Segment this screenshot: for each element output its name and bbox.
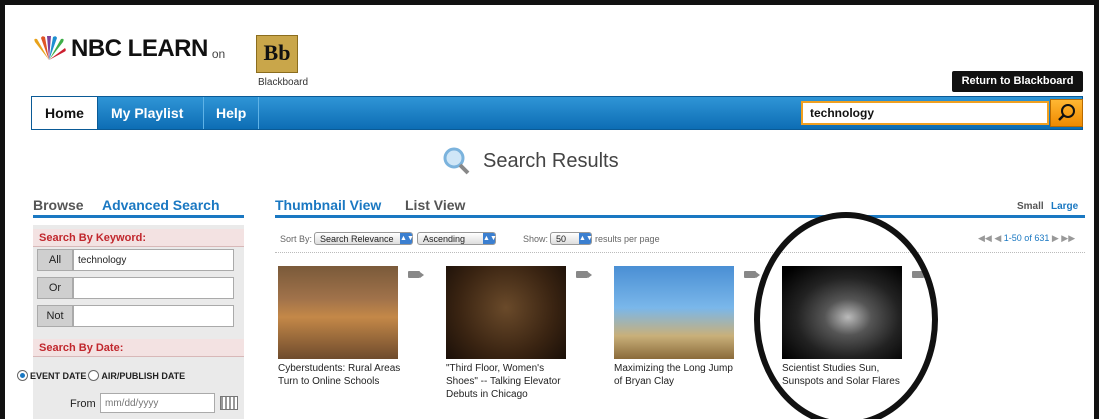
select-arrows-icon: ▲▼: [400, 233, 414, 244]
order-value: Ascending: [423, 233, 466, 244]
first-page-icon[interactable]: ◀◀: [978, 233, 992, 243]
tab-thumbnail-view[interactable]: Thumbnail View: [275, 197, 381, 213]
results-heading: Search Results: [441, 146, 619, 176]
search-button[interactable]: [1050, 99, 1083, 127]
nav-help[interactable]: Help: [216, 97, 246, 129]
divider: [275, 252, 1085, 253]
search-box: [801, 101, 1049, 125]
keyword-input-not[interactable]: [73, 305, 234, 327]
results-per-page-value: 50: [556, 233, 567, 244]
sort-by-value: Search Relevance: [320, 233, 394, 244]
search-input[interactable]: [803, 103, 1047, 123]
video-thumbnail[interactable]: [278, 266, 398, 359]
tab-advanced-search[interactable]: Advanced Search: [102, 197, 220, 213]
from-date-input[interactable]: [100, 393, 215, 413]
nbc-learn-logo: NBC LEARN on: [31, 32, 225, 76]
video-thumbnail[interactable]: [614, 266, 734, 359]
order-select[interactable]: Ascending ▲▼: [417, 232, 497, 245]
calendar-icon[interactable]: [220, 396, 238, 410]
keyword-label-not[interactable]: Not: [37, 305, 73, 327]
keyword-label-all[interactable]: All: [37, 249, 73, 271]
tab-list-view[interactable]: List View: [405, 197, 465, 213]
select-arrows-icon: ▲▼: [483, 233, 497, 244]
logo-text: NBC LEARN: [71, 35, 208, 62]
air-publish-date-label: AIR/PUBLISH DATE: [101, 370, 186, 381]
advanced-search-panel: Search By Keyword: All Or Not Search By …: [33, 225, 244, 419]
nav-home[interactable]: Home: [32, 97, 98, 129]
keyword-row-or: Or: [37, 277, 235, 299]
result-caption[interactable]: Maximizing the Long Jump of Bryan Clay: [614, 362, 739, 388]
date-type-options: EVENT DATE AIR/PUBLISH DATE: [17, 370, 185, 381]
prev-page-icon[interactable]: ◀: [994, 233, 1001, 243]
event-date-radio[interactable]: [17, 370, 28, 381]
video-camera-icon: [744, 271, 760, 278]
date-section-heading: Search By Date:: [33, 339, 244, 357]
per-page-label: results per page: [595, 233, 660, 244]
magnifier-icon: [1058, 104, 1075, 121]
blackboard-label: Blackboard: [258, 77, 309, 88]
last-page-icon[interactable]: ▶▶: [1061, 233, 1075, 243]
from-label: From: [70, 398, 96, 410]
size-small-link[interactable]: Small: [1017, 201, 1044, 212]
return-to-blackboard-button[interactable]: Return to Blackboard: [952, 71, 1083, 92]
select-arrows-icon: ▲▼: [579, 233, 593, 244]
air-publish-date-radio[interactable]: [88, 370, 100, 381]
video-camera-icon: [576, 271, 592, 278]
result-item[interactable]: Cyberstudents: Rural Areas Turn to Onlin…: [278, 266, 428, 388]
keyword-label-or[interactable]: Or: [37, 277, 73, 299]
highlight-circle: [754, 212, 938, 419]
keyword-row-not: Not: [37, 305, 235, 327]
pager-range: 1-50 of 631: [1003, 233, 1050, 243]
logo-on-text: on: [211, 47, 226, 61]
nav-divider: [258, 97, 259, 129]
keyword-row-all: All: [37, 249, 235, 271]
page-title: Search Results: [483, 149, 619, 172]
tab-browse[interactable]: Browse: [33, 197, 84, 213]
nav-my-playlist[interactable]: My Playlist: [111, 97, 183, 129]
peacock-icon: [34, 36, 66, 60]
result-caption[interactable]: Cyberstudents: Rural Areas Turn to Onlin…: [278, 362, 403, 388]
keyword-section-heading: Search By Keyword:: [33, 229, 244, 247]
event-date-label: EVENT DATE: [30, 370, 87, 381]
result-caption[interactable]: "Third Floor, Women's Shoes" -- Talking …: [446, 362, 571, 401]
sort-by-select[interactable]: Search Relevance ▲▼: [314, 232, 414, 245]
size-large-link[interactable]: Large: [1051, 201, 1078, 212]
sort-controls: Sort By: Search Relevance ▲▼ Ascending ▲…: [280, 232, 660, 245]
next-page-icon[interactable]: ▶: [1052, 233, 1059, 243]
pager: ◀◀ ◀ 1-50 of 631 ▶ ▶▶: [978, 233, 1075, 244]
keyword-input-all[interactable]: [73, 249, 234, 271]
tab-underline: [275, 215, 1085, 218]
result-item[interactable]: "Third Floor, Women's Shoes" -- Talking …: [446, 266, 596, 401]
video-thumbnail[interactable]: [446, 266, 566, 359]
magnifier-icon: [443, 147, 470, 175]
video-camera-icon: [408, 271, 424, 278]
tab-underline: [33, 215, 244, 218]
show-label: Show:: [523, 233, 549, 244]
results-per-page-select[interactable]: 50 ▲▼: [550, 232, 593, 245]
sort-label: Sort By:: [280, 233, 313, 244]
blackboard-logo: Bb: [256, 35, 298, 73]
nav-divider: [203, 97, 204, 129]
result-item[interactable]: Maximizing the Long Jump of Bryan Clay: [614, 266, 764, 388]
keyword-input-or[interactable]: [73, 277, 234, 299]
